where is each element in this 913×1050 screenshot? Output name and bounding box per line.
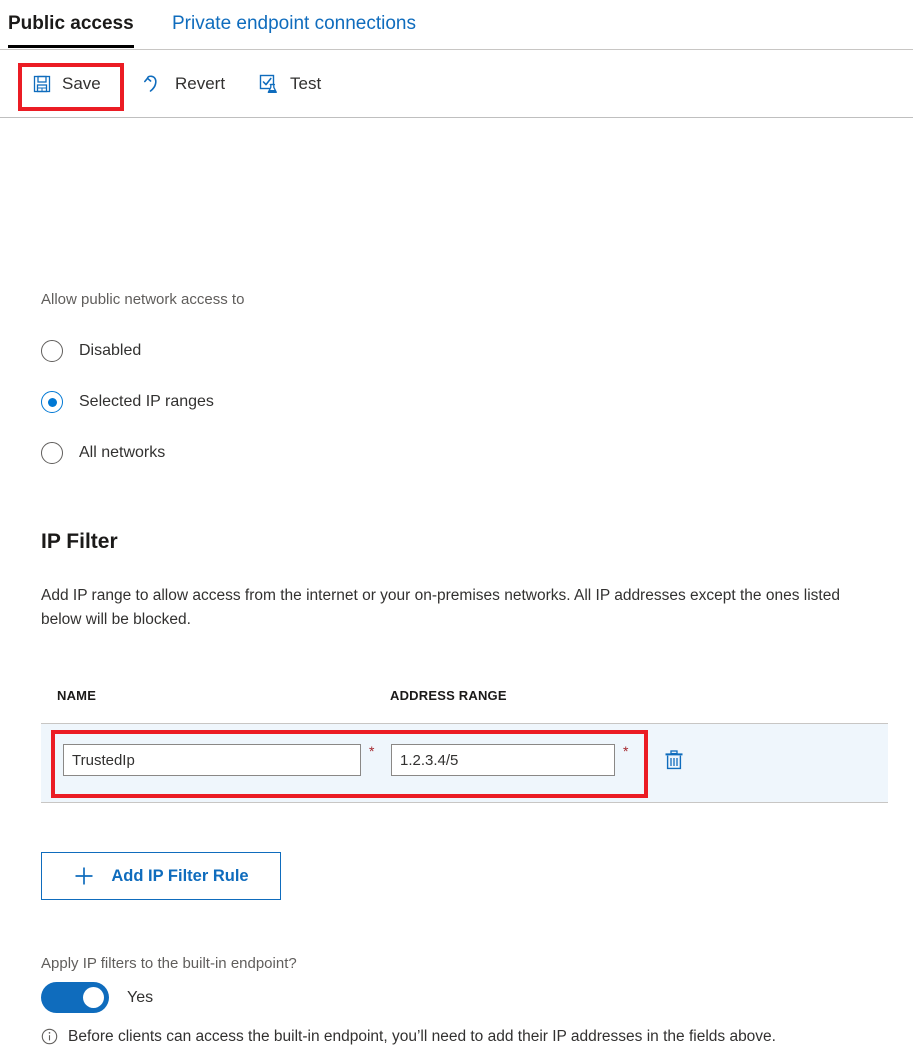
- ip-filter-heading: IP Filter: [41, 530, 118, 553]
- required-marker-name: *: [369, 743, 375, 759]
- radio-label-selected-ip-ranges: Selected IP ranges: [79, 393, 214, 410]
- apply-ip-filters-label: Apply IP filters to the built-in endpoin…: [41, 955, 297, 972]
- radio-circle-selected-ip-ranges[interactable]: [41, 391, 63, 413]
- builtin-endpoint-note: Before clients can access the built-in e…: [41, 1024, 841, 1050]
- ip-filter-name-input[interactable]: [63, 744, 361, 776]
- tab-public-access[interactable]: Public access: [8, 10, 134, 48]
- column-header-name: NAME: [57, 688, 97, 703]
- radio-option-disabled[interactable]: Disabled: [41, 340, 141, 362]
- delete-row-button[interactable]: [656, 742, 692, 778]
- radio-option-all-networks[interactable]: All networks: [41, 442, 165, 464]
- tab-strip: Public access Private endpoint connectio…: [0, 0, 913, 50]
- column-header-address-range: ADDRESS RANGE: [390, 688, 507, 703]
- radio-label-all-networks: All networks: [79, 444, 166, 461]
- tab-private-endpoint-connections[interactable]: Private endpoint connections: [172, 10, 416, 38]
- required-marker-address-range: *: [623, 743, 629, 759]
- radio-circle-disabled[interactable]: [41, 340, 63, 362]
- save-button[interactable]: Save: [22, 64, 111, 104]
- apply-ip-filters-toggle[interactable]: Yes: [41, 982, 153, 1013]
- undo-arrow-icon: [143, 73, 165, 95]
- radio-option-selected-ip-ranges[interactable]: Selected IP ranges: [41, 391, 214, 413]
- add-ip-filter-rule-button[interactable]: Add IP Filter Rule: [41, 852, 281, 900]
- allow-public-network-access-label: Allow public network access to: [41, 291, 245, 308]
- toggle-state-label: Yes: [127, 988, 154, 1006]
- add-ip-filter-rule-label: Add IP Filter Rule: [111, 866, 249, 885]
- trash-icon: [662, 748, 686, 772]
- save-button-label: Save: [62, 74, 101, 93]
- save-floppy-icon: [32, 74, 52, 94]
- revert-button-label: Revert: [175, 74, 226, 93]
- radio-label-disabled: Disabled: [79, 342, 142, 359]
- ip-filter-address-range-input[interactable]: [391, 744, 615, 776]
- radio-circle-all-networks[interactable]: [41, 442, 63, 464]
- test-flask-icon: [258, 73, 280, 95]
- table-row: * *: [41, 723, 888, 803]
- test-button-label: Test: [290, 74, 322, 93]
- ip-filter-description: Add IP range to allow access from the in…: [41, 587, 840, 628]
- builtin-endpoint-note-text: Before clients can access the built-in e…: [68, 1028, 776, 1045]
- revert-button[interactable]: Revert: [133, 64, 235, 104]
- test-button[interactable]: Test: [248, 64, 331, 104]
- toggle-switch[interactable]: [41, 982, 109, 1013]
- info-circle-icon: [41, 1028, 58, 1050]
- command-bar: Save Revert Test: [0, 50, 913, 118]
- plus-icon: [73, 865, 95, 887]
